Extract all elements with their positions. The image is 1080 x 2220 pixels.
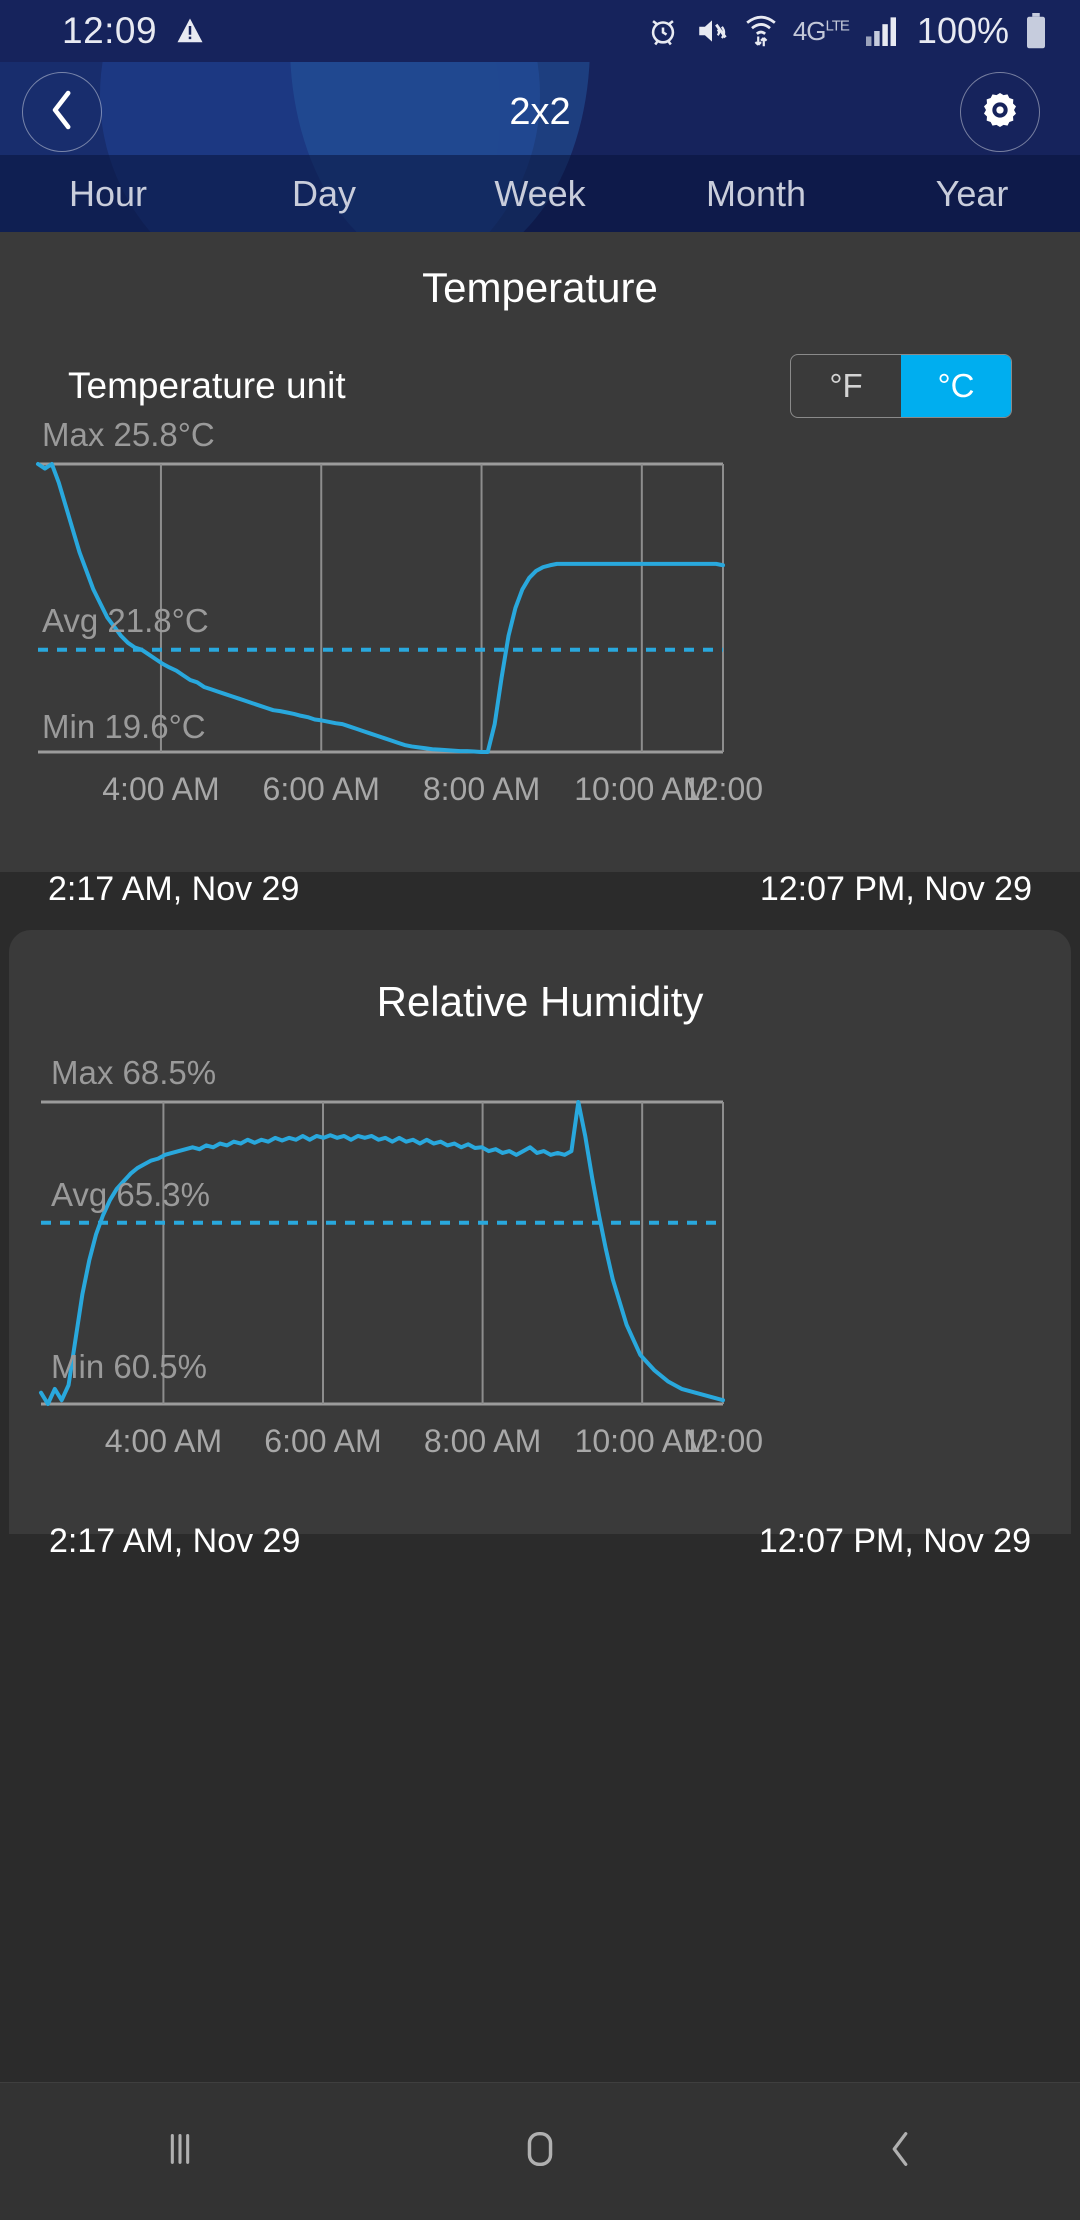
humidity-avg-label: Avg 65.3% (51, 1176, 211, 1213)
x-axis-tick-label: 12:00 (683, 771, 763, 807)
temperature-unit-label: Temperature unit (68, 365, 346, 406)
alarm-icon (646, 14, 680, 48)
x-axis-tick-label: 8:00 AM (424, 1423, 541, 1459)
x-axis-tick-label: 4:00 AM (102, 771, 219, 807)
signal-icon (864, 16, 898, 46)
x-axis-tick-label: 8:00 AM (423, 771, 540, 807)
x-axis-tick-label: 6:00 AM (263, 771, 380, 807)
recents-button[interactable] (0, 2126, 360, 2177)
temperature-card: Temperature Temperature unit °F °C Max 2… (0, 232, 1080, 908)
scroll-content[interactable]: Temperature Temperature unit °F °C Max 2… (0, 232, 1080, 2082)
humidity-max-label: Max 68.5% (51, 1054, 217, 1091)
temperature-card-title: Temperature (422, 264, 658, 311)
title-bar: 2x2 (0, 62, 1080, 162)
page-title: 2x2 (509, 90, 571, 133)
status-bar: 12:09 4GLTE 100% (0, 0, 1080, 62)
humidity-card: Relative Humidity Max 68.5% Avg 65.3% Mi… (9, 930, 1071, 1560)
x-axis-tick-label: 4:00 AM (105, 1423, 222, 1459)
home-button[interactable] (360, 2126, 720, 2177)
temperature-avg-label: Avg 21.8°C (42, 602, 209, 639)
android-navigation-bar (0, 2082, 1080, 2220)
temperature-range-start: 2:17 AM, Nov 29 (48, 870, 300, 908)
wifi-icon (744, 13, 778, 49)
humidity-min-label: Min 60.5% (51, 1348, 207, 1385)
tab-month[interactable]: Month (648, 173, 864, 215)
warning-icon (175, 16, 205, 46)
recents-icon (157, 2126, 203, 2177)
humidity-plot: 4:00 AM 6:00 AM 8:00 AM 10:00 AM12:00 (39, 1100, 763, 1459)
temperature-min-label: Min 19.6°C (42, 708, 206, 745)
battery-icon (1024, 13, 1048, 49)
period-tabs: Hour Day Week Month Year (0, 155, 1080, 232)
back-button[interactable] (22, 72, 102, 152)
x-axis-tick-label: 12:00 (683, 1423, 763, 1459)
settings-button[interactable] (960, 72, 1040, 152)
unit-option-fahrenheit[interactable]: °F (791, 355, 901, 417)
battery-percent-label: 100% (916, 10, 1009, 51)
back-nav-button[interactable] (720, 2126, 1080, 2177)
temperature-unit-toggle[interactable]: °F °C (790, 354, 1012, 418)
unit-option-celsius[interactable]: °C (901, 355, 1011, 417)
home-icon (517, 2126, 563, 2177)
temperature-chart[interactable]: Max 25.8°C Avg 21.8°C Min 19.6°C 4:00 AM… (0, 416, 1080, 854)
temperature-range-row: 2:17 AM, Nov 29 12:07 PM, Nov 29 (0, 854, 1080, 909)
humidity-range-row: 2:17 AM, Nov 29 12:07 PM, Nov 29 (9, 1506, 1071, 1561)
humidity-range-end: 12:07 PM, Nov 29 (758, 1522, 1031, 1560)
x-axis-tick-label: 6:00 AM (264, 1423, 381, 1459)
tab-year[interactable]: Year (864, 173, 1080, 215)
tab-week[interactable]: Week (432, 173, 648, 215)
gear-icon (980, 90, 1020, 135)
humidity-range-start: 2:17 AM, Nov 29 (49, 1522, 301, 1560)
tab-hour[interactable]: Hour (0, 173, 216, 215)
status-time: 12:09 (62, 10, 158, 51)
humidity-chart[interactable]: Max 68.5% Avg 65.3% Min 60.5% 4:00 AM 6:0… (9, 1054, 1080, 1506)
tab-day[interactable]: Day (216, 173, 432, 215)
temperature-max-label: Max 25.8°C (42, 416, 215, 453)
humidity-card-title: Relative Humidity (376, 978, 704, 1025)
network-4g-icon: 4GLTE (792, 15, 850, 46)
temperature-range-end: 12:07 PM, Nov 29 (759, 870, 1032, 908)
chevron-left-icon (46, 90, 78, 135)
back-chevron-icon (877, 2126, 923, 2177)
mute-icon (695, 14, 729, 48)
